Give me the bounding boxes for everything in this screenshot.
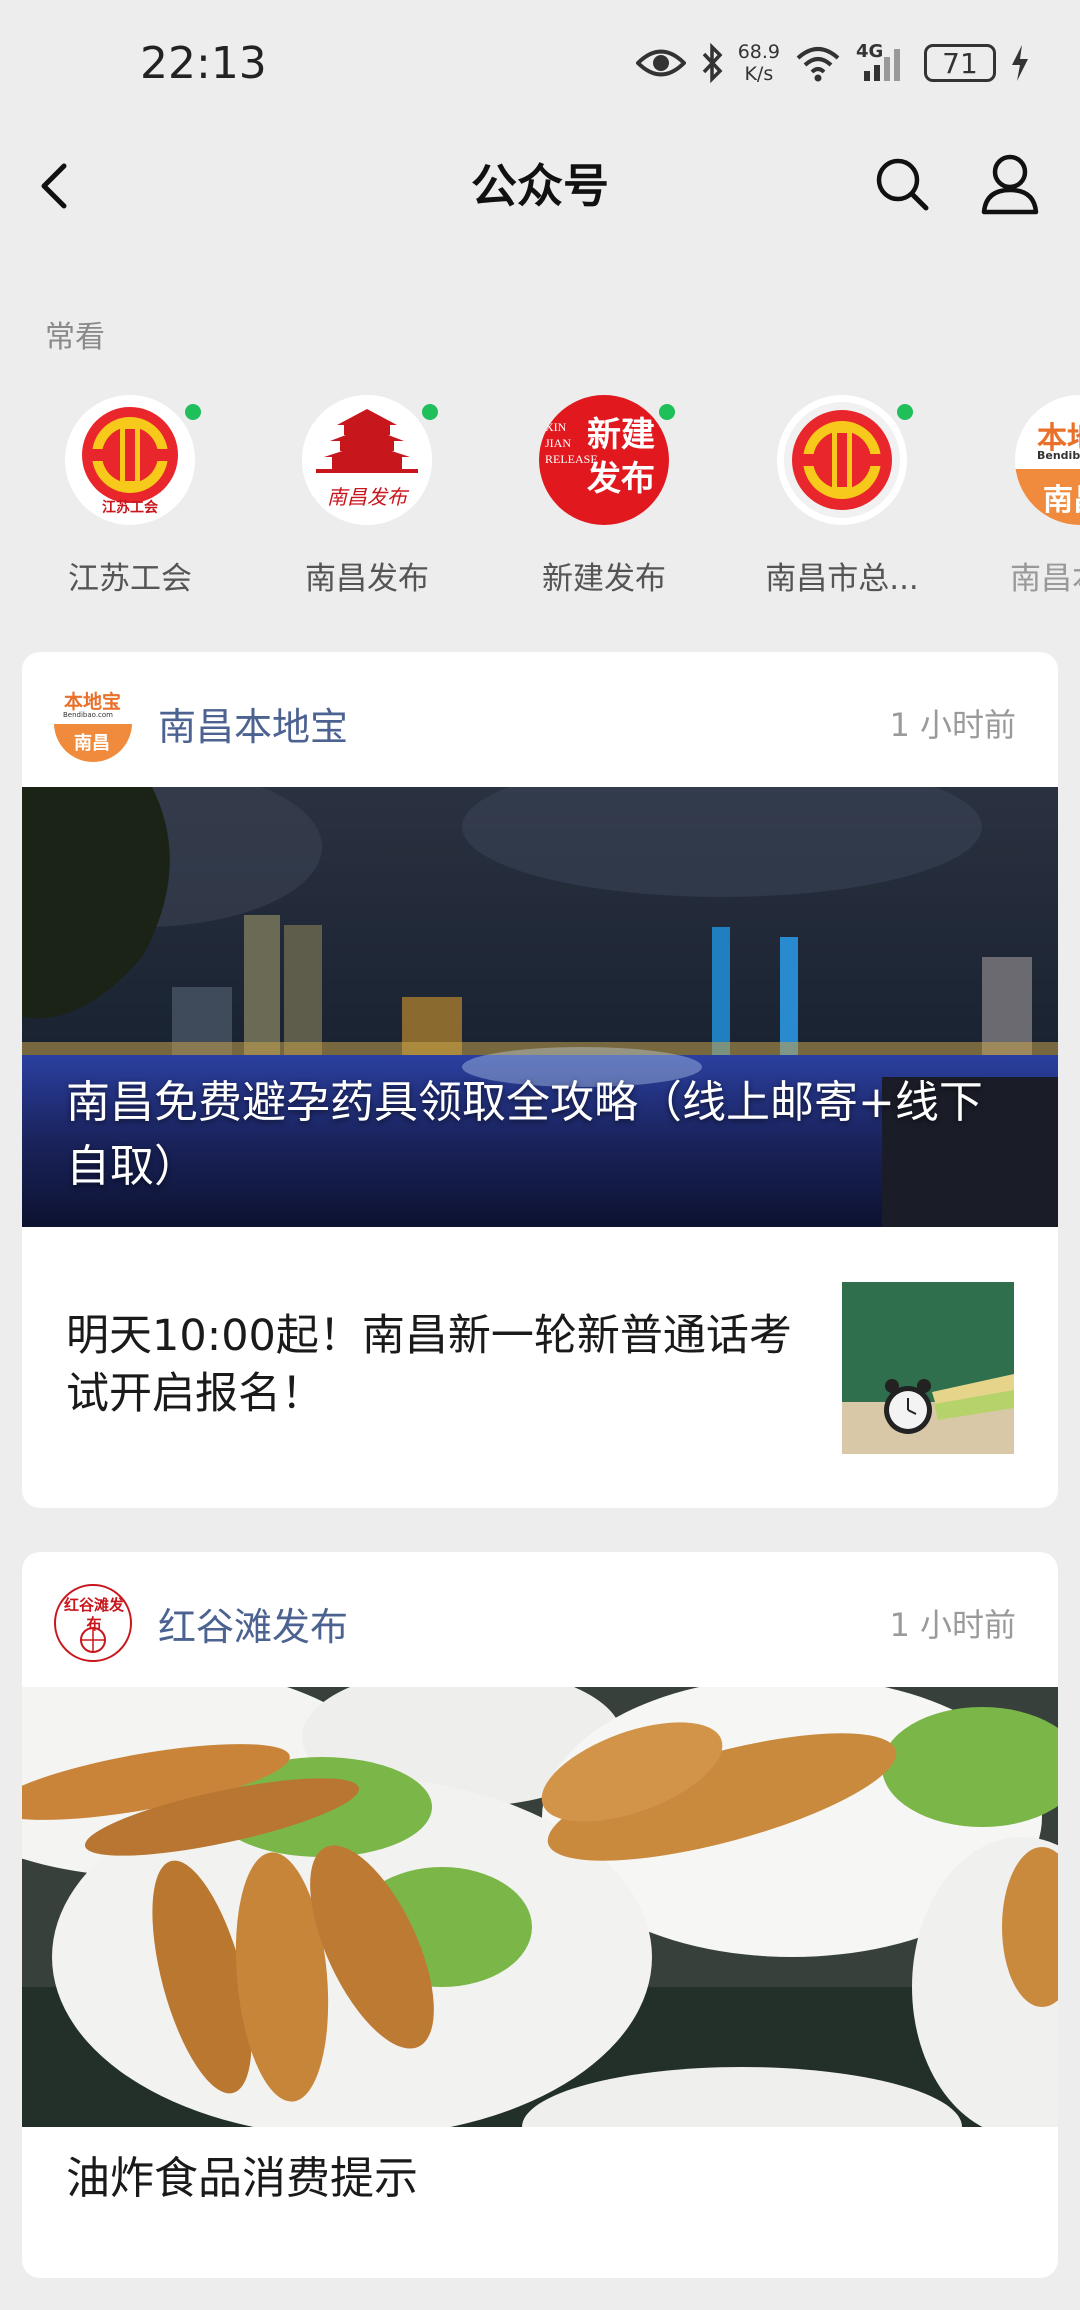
frequent-label: 常看 [45,320,105,355]
user-icon[interactable] [978,150,1042,216]
article-thumbnail [842,1282,1014,1454]
account-logo-text: 江苏工会 [102,500,158,516]
update-dot [656,401,678,423]
article-item[interactable]: 明天10:00起！南昌新一轮新普通话考试开启报名！ [22,1227,1058,1502]
union-logo-icon [784,402,900,518]
article-title[interactable]: 油炸食品消费提示 [66,2142,418,2206]
fried-food-image [22,1687,1058,2127]
account-avatar: 本地宝 Bendibao.com 南昌 [1015,395,1080,525]
account-name: 江苏工会 [68,561,192,597]
frequent-account[interactable]: 江苏工会 江苏工会 [30,395,230,605]
account-name: 南昌本 [1010,561,1080,597]
charging-icon [1012,45,1028,81]
alarm-clock-image [842,1282,1014,1454]
account-avatar: 南昌发布 [302,395,432,525]
account-avatar: XIN JIAN RELEASE 新建发布 [539,395,669,525]
account-logo-subtext: Bendibao.com [1037,449,1080,462]
wifi-icon [796,47,840,82]
update-dot [182,401,204,423]
source-logo-city: 南昌 [74,733,110,754]
frequent-account[interactable]: 南昌发布 南昌发布 [267,395,467,605]
source-logo: 红谷滩发布 [54,1584,132,1662]
status-icons: 68.9 K/s 4G 71 [635,38,1030,88]
cover-title: 南昌免费避孕药具领取全攻略（线上邮寄+线下自取） [66,1077,983,1192]
net-speed-value: 68.9 [737,41,780,63]
account-avatar: 江苏工会 [65,395,195,525]
bluetooth-icon [702,43,723,83]
battery-level: 71 [924,44,996,82]
cover-article[interactable]: 南昌免费避孕药具领取全攻略（线上邮寄+线下自取） [22,787,1058,1227]
account-name: 南昌发布 [305,561,429,597]
update-dot [894,401,916,423]
article-card: 红谷滩发布 红谷滩发布 1 小时前 油炸食品消费提示 [22,1552,1058,2278]
account-avatar [777,395,907,525]
nav-bar: 公众号 [0,130,1080,240]
card-header[interactable]: 本地宝 Bendibao.com 南昌 南昌本地宝 1 小时前 [22,652,1058,787]
account-logo-city: 南昌 [1043,483,1080,518]
publish-time: 1 小时前 [889,1606,1016,1644]
eye-icon [635,49,686,77]
source-name: 南昌本地宝 [158,705,349,749]
status-bar: 22:13 68.9 K/s 4G 71 [0,0,1080,130]
source-name: 红谷滩发布 [158,1605,349,1649]
frequent-account[interactable]: 南昌市总... [742,395,942,605]
article-title: 明天10:00起！南昌新一轮新普通话考试开启报名！ [66,1311,792,1419]
frequent-account[interactable]: XIN JIAN RELEASE 新建发布 新建发布 [504,395,704,605]
account-name: 南昌市总... [765,561,919,597]
account-name: 新建发布 [542,561,666,597]
frequent-account[interactable]: 本地宝 Bendibao.com 南昌 南昌本 [980,395,1080,605]
search-icon[interactable] [872,152,932,216]
net-speed-unit: K/s [744,63,774,85]
source-logo-text: 本地宝 [64,691,122,713]
cover-article[interactable] [22,1687,1058,2127]
source-logo: 本地宝 Bendibao.com 南昌 [54,684,132,762]
frequent-accounts: 江苏工会 江苏工会 南昌发布 南昌发布 XIN JIAN RELEASE 新建发… [0,395,1080,605]
account-logo-latin: XIN JIAN RELEASE [545,420,598,466]
publish-time: 1 小时前 [889,706,1016,744]
net-speed: 68.9 K/s [738,41,780,85]
cellular-signal: 4G [856,41,910,83]
account-logo-text: 新建发布 [587,415,655,499]
article-card: 本地宝 Bendibao.com 南昌 南昌本地宝 1 小时前 南昌免费避孕药具… [22,652,1058,1508]
signal-bars-icon [864,49,900,81]
update-dot [419,401,441,423]
card-header[interactable]: 红谷滩发布 红谷滩发布 1 小时前 [22,1552,1058,1687]
account-logo-text: 南昌发布 [327,485,407,509]
status-time: 22:13 [140,38,267,89]
ferris-wheel-icon [80,1627,106,1653]
source-logo-subtext: Bendibao.com [63,711,114,719]
